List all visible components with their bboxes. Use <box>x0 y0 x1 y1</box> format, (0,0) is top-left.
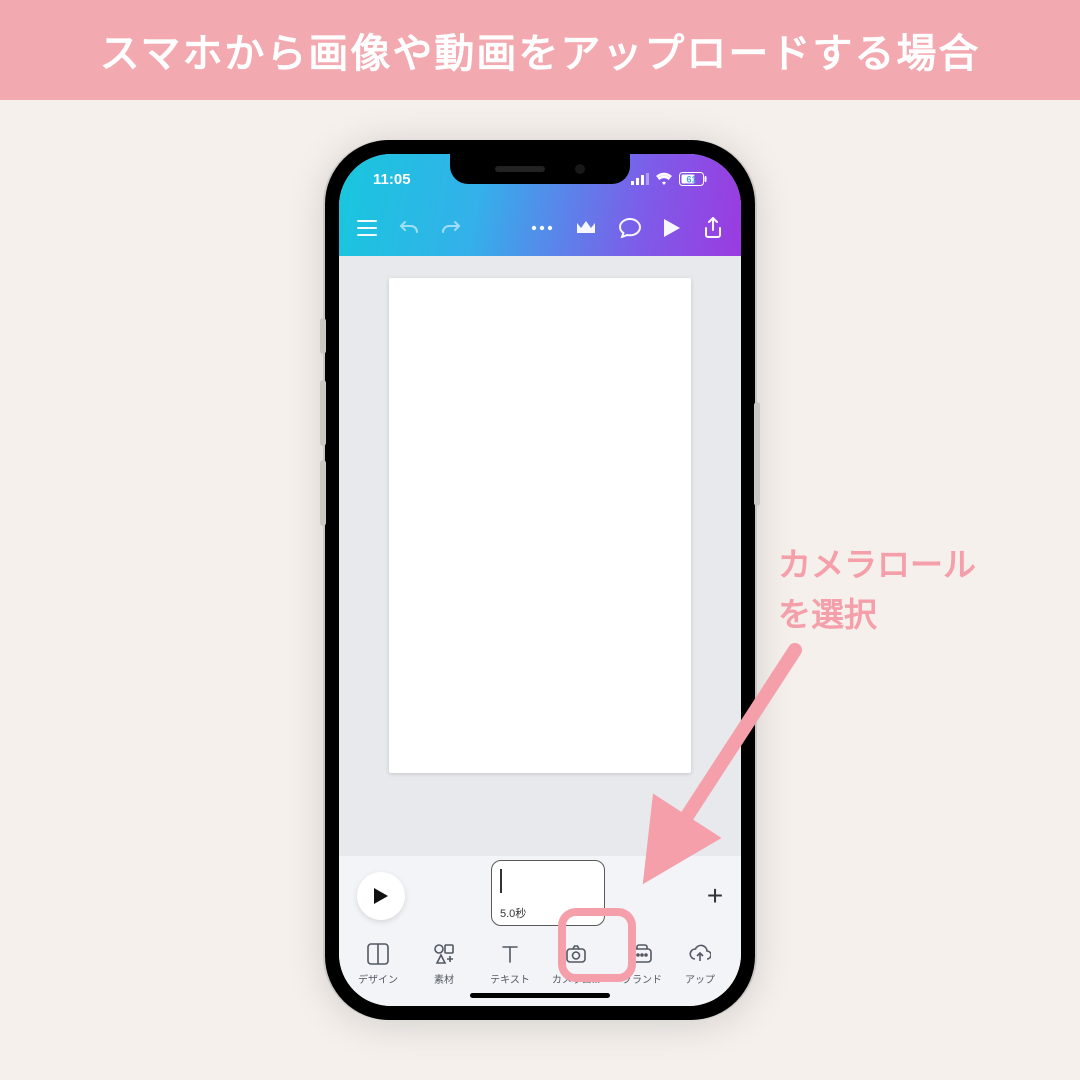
wifi-icon <box>655 172 673 186</box>
tab-elements-label: 素材 <box>434 971 454 986</box>
play-icon[interactable] <box>663 218 681 238</box>
power-button <box>754 402 760 506</box>
home-indicator[interactable] <box>470 993 610 998</box>
page-duration-label: 5.0秒 <box>500 905 526 921</box>
tab-camera-roll[interactable]: カメラロ... <box>543 943 609 986</box>
annotation-callout: カメラロール を選択 <box>778 540 976 639</box>
speaker-grille <box>495 166 545 172</box>
tab-upload-label: アップ <box>685 971 715 986</box>
share-icon[interactable] <box>703 217 723 239</box>
design-canvas[interactable] <box>389 278 691 773</box>
battery-icon: 61 <box>679 172 707 186</box>
annotation-line2: を選択 <box>778 596 877 633</box>
tab-text-label: テキスト <box>490 971 530 986</box>
more-icon[interactable] <box>531 225 553 231</box>
phone-notch <box>450 154 630 184</box>
tab-elements[interactable]: 素材 <box>411 943 477 986</box>
text-cursor-icon <box>500 869 502 893</box>
undo-icon[interactable] <box>399 220 419 236</box>
preview-play-button[interactable] <box>357 872 405 920</box>
volume-up-button <box>320 380 326 446</box>
redo-icon[interactable] <box>441 220 461 236</box>
phone-mockup: 11:05 61 <box>325 140 755 1020</box>
tab-camera-roll-label: カメラロ... <box>552 971 600 986</box>
cellular-icon <box>631 173 649 185</box>
banner-heading: スマホから画像や動画をアップロードする場合 <box>0 0 1080 100</box>
svg-text:61: 61 <box>686 175 696 185</box>
crown-icon[interactable] <box>575 219 597 237</box>
add-page-button[interactable]: + <box>695 876 735 916</box>
tab-brand-label: ブランド <box>622 971 662 986</box>
tab-text[interactable]: テキスト <box>477 943 543 986</box>
design-canvas-area[interactable] <box>339 256 741 856</box>
menu-icon[interactable] <box>357 220 377 236</box>
tab-design-label: デザイン <box>358 971 398 986</box>
timeline-track[interactable]: 5.0秒 <box>405 856 695 936</box>
comment-icon[interactable] <box>619 218 641 238</box>
annotation-line1: カメラロール <box>778 546 976 583</box>
front-camera <box>575 164 585 174</box>
tab-brand[interactable]: ブランド <box>609 943 675 986</box>
volume-down-button <box>320 460 326 526</box>
tab-design[interactable]: デザイン <box>345 943 411 986</box>
tab-upload[interactable]: アップ <box>675 943 725 986</box>
status-time: 11:05 <box>373 171 411 188</box>
silence-switch <box>320 318 326 354</box>
phone-screen: 11:05 61 <box>339 154 741 1006</box>
timeline-bar: 5.0秒 + <box>339 856 741 936</box>
page-thumbnail[interactable]: 5.0秒 <box>491 860 605 926</box>
app-toolbar <box>339 200 741 256</box>
